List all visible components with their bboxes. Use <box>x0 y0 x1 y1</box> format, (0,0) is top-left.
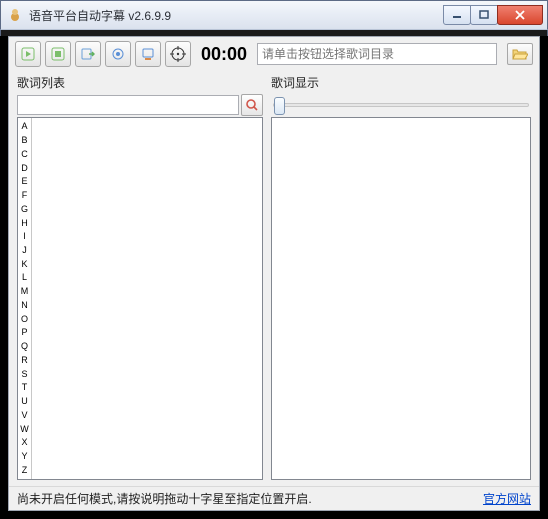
lyrics-list-body[interactable] <box>32 118 262 479</box>
alpha-index-D[interactable]: D <box>18 161 31 175</box>
lyrics-display-panel: 歌词显示 <box>271 71 531 480</box>
alphabet-index[interactable]: ABCDEFGHIJKLMNOPQRSTUVWXYZ <box>18 118 32 479</box>
alpha-index-L[interactable]: L <box>18 271 31 285</box>
settings-button[interactable] <box>105 41 131 67</box>
toolbar: 00:00 <box>9 37 539 71</box>
alpha-index-G[interactable]: G <box>18 202 31 216</box>
alpha-index-R[interactable]: R <box>18 353 31 367</box>
maximize-button[interactable] <box>470 5 498 25</box>
alpha-index-W[interactable]: W <box>18 422 31 436</box>
alpha-index-N[interactable]: N <box>18 299 31 313</box>
alpha-index-X[interactable]: X <box>18 436 31 450</box>
alpha-index-M[interactable]: M <box>18 285 31 299</box>
send-button[interactable] <box>75 41 101 67</box>
alpha-index-I[interactable]: I <box>18 230 31 244</box>
alpha-index-O[interactable]: O <box>18 312 31 326</box>
stop-button[interactable] <box>45 41 71 67</box>
columns: 歌词列表 ABCDEFGHIJKLMNOPQRSTUVWXYZ 歌词显示 <box>9 71 539 486</box>
status-text: 尚未开启任何模式,请按说明拖动十字星至指定位置开启. <box>17 490 483 507</box>
app-window: 语音平台自动字幕 v2.6.9.9 <box>0 0 548 519</box>
alpha-index-J[interactable]: J <box>18 244 31 258</box>
alpha-index-H[interactable]: H <box>18 216 31 230</box>
lyrics-search-button[interactable] <box>241 94 263 116</box>
window-title: 语音平台自动字幕 v2.6.9.9 <box>29 7 444 24</box>
device-button[interactable] <box>135 41 161 67</box>
play-button[interactable] <box>15 41 41 67</box>
official-site-link[interactable]: 官方网站 <box>483 490 531 507</box>
alpha-index-P[interactable]: P <box>18 326 31 340</box>
lyrics-list-label: 歌词列表 <box>17 74 65 91</box>
alpha-index-Y[interactable]: Y <box>18 450 31 464</box>
lyrics-display-label: 歌词显示 <box>271 74 319 91</box>
time-display: 00:00 <box>201 45 247 63</box>
alpha-index-F[interactable]: F <box>18 189 31 203</box>
lyrics-folder-input[interactable] <box>257 43 497 65</box>
lyrics-display-area <box>271 117 531 480</box>
close-button[interactable] <box>497 5 543 25</box>
browse-folder-button[interactable] <box>507 43 533 65</box>
alpha-index-Z[interactable]: Z <box>18 463 31 477</box>
alpha-index-Q[interactable]: Q <box>18 340 31 354</box>
alpha-index-B[interactable]: B <box>18 134 31 148</box>
lyrics-list-panel: 歌词列表 ABCDEFGHIJKLMNOPQRSTUVWXYZ <box>17 71 263 480</box>
lyrics-search-input[interactable] <box>17 95 239 115</box>
alpha-index-S[interactable]: S <box>18 367 31 381</box>
alpha-index-T[interactable]: T <box>18 381 31 395</box>
titlebar[interactable]: 语音平台自动字幕 v2.6.9.9 <box>0 0 548 30</box>
slider-thumb[interactable] <box>274 97 285 115</box>
window-controls <box>444 5 543 25</box>
status-bar: 尚未开启任何模式,请按说明拖动十字星至指定位置开启. 官方网站 <box>9 486 539 510</box>
alpha-index-U[interactable]: U <box>18 395 31 409</box>
app-icon <box>7 7 23 23</box>
alpha-index-K[interactable]: K <box>18 257 31 271</box>
alpha-index-C[interactable]: C <box>18 147 31 161</box>
alpha-index-E[interactable]: E <box>18 175 31 189</box>
minimize-button[interactable] <box>443 5 471 25</box>
lyrics-list[interactable]: ABCDEFGHIJKLMNOPQRSTUVWXYZ <box>17 117 263 480</box>
alpha-index-V[interactable]: V <box>18 408 31 422</box>
alpha-index-A[interactable]: A <box>18 120 31 134</box>
lyrics-opacity-slider[interactable] <box>273 103 529 107</box>
client-area: 00:00 歌词列表 ABCDEFGHIJKLMNOPQRSTUVWXYZ <box>8 36 540 511</box>
target-button[interactable] <box>165 41 191 67</box>
